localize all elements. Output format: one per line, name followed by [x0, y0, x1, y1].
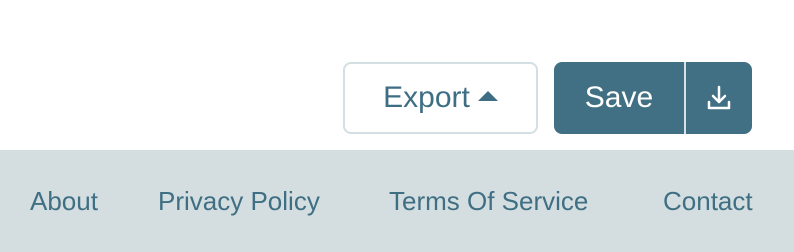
- toolbar: Export Save: [0, 0, 794, 150]
- footer: About Privacy Policy Terms Of Service Co…: [0, 150, 794, 252]
- download-button[interactable]: [686, 62, 752, 134]
- save-button[interactable]: Save: [554, 62, 686, 134]
- footer-link-terms-of-service[interactable]: Terms Of Service: [389, 186, 588, 217]
- caret-up-icon: [477, 91, 498, 101]
- page: Export Save About Privacy Policy Terms O…: [0, 0, 794, 252]
- download-icon: [707, 85, 731, 110]
- export-button-label: Export: [383, 81, 470, 114]
- export-button[interactable]: Export: [343, 62, 538, 134]
- save-button-group: Save: [554, 62, 752, 134]
- save-button-label: Save: [584, 81, 654, 114]
- footer-link-about[interactable]: About: [30, 186, 98, 217]
- footer-link-privacy-policy[interactable]: Privacy Policy: [158, 186, 320, 217]
- footer-link-contact[interactable]: Contact: [663, 186, 753, 217]
